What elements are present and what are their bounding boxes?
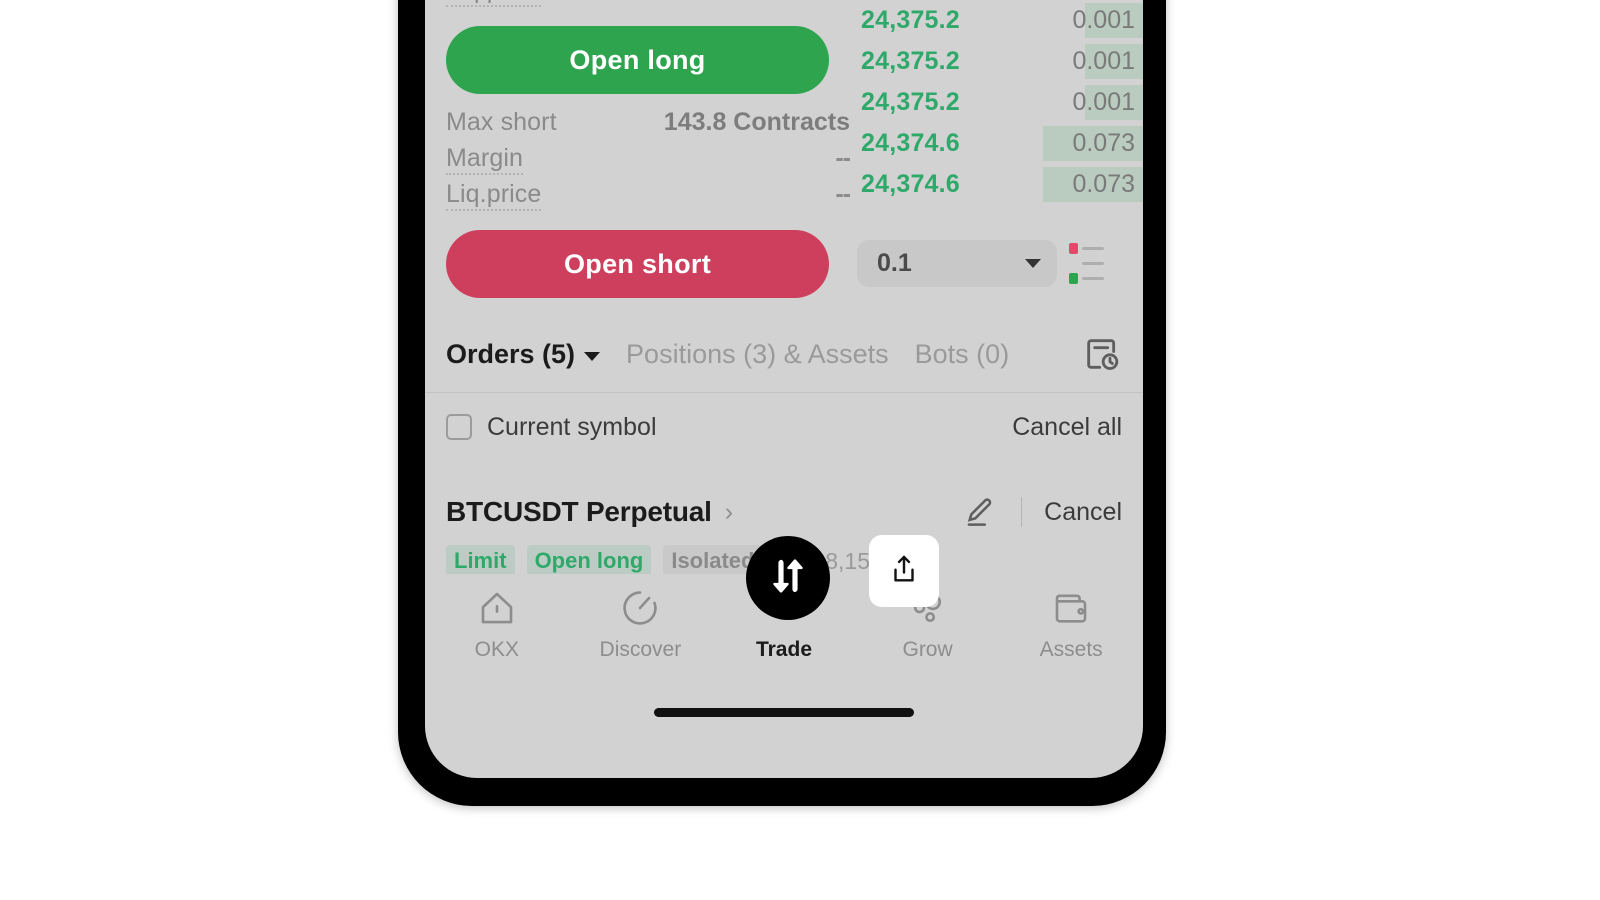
margin-value-short: -- [835,144,851,172]
nav-item-okx[interactable]: OKX [425,586,569,662]
liq-price-value-short: -- [835,180,851,208]
max-short-label: Max short [446,108,557,136]
order-badge: Open long [526,545,652,577]
order-book-quantity: 0.001 [1072,6,1135,34]
share-icon [887,552,921,591]
home-icon [475,586,519,630]
margin-label-short: Margin [446,145,524,176]
trade-panel: Margin -- Liq.price -- Open long Max sho… [425,0,1143,318]
chevron-down-icon [1025,259,1041,268]
nav-item-assets[interactable]: Assets [999,586,1143,662]
compass-icon [618,586,662,630]
section-divider [425,392,1143,393]
home-indicator [654,708,914,717]
order-book-price: 24,375.2 [861,6,960,34]
order-symbol[interactable]: BTCUSDT Perpetual [446,496,712,528]
current-symbol-label: Current symbol [487,412,657,441]
tick-size-select[interactable]: 0.1 [857,240,1057,287]
trade-fab-button[interactable] [746,536,830,620]
tab-bots-0[interactable]: Bots (0) [915,339,1010,370]
wallet-icon [1049,586,1093,630]
order-header: BTCUSDT Perpetual › Cancel [446,485,1122,539]
liq-price-label-short: Liq.price [446,181,542,212]
nav-label-assets: Assets [1039,638,1103,661]
tick-size-value: 0.1 [877,249,912,277]
liq-price-value-long: -- [835,0,851,5]
edit-pencil-icon[interactable] [961,493,999,531]
tab-orders-5[interactable]: Orders (5) [446,338,601,370]
chevron-right-icon[interactable]: › [725,498,733,527]
order-book-price: 24,374.6 [861,129,960,157]
order-book-row[interactable]: 24,375.2 0.001 [857,82,1143,123]
orderbook-layout-icon[interactable] [1069,243,1115,284]
order-book-price: 24,375.2 [861,88,960,116]
orders-filter-row: Current symbol Cancel all [446,395,1122,459]
order-book-price: 24,374.6 [861,170,960,198]
order-actions: Cancel [961,493,1122,531]
liq-price-row-long: Liq.price -- [446,0,851,12]
nav-label-okx: OKX [474,638,519,661]
liq-price-label-long: Liq.price [446,0,542,8]
order-book-row[interactable]: 24,374.6 0.073 [857,164,1143,205]
tab-label: Positions (3) & Assets [626,338,889,369]
tab-label: Bots (0) [914,338,1010,369]
max-short-value: 143.8 Contracts [663,108,850,136]
checkbox-box-icon [446,414,472,440]
margin-row-short: Margin -- [446,144,851,180]
order-book-list[interactable]: 24,375.90.31824,375.80.18324,375.20.0012… [857,0,1143,205]
current-symbol-checkbox[interactable]: Current symbol [446,413,657,442]
order-book-row[interactable]: 24,375.2 0.001 [857,0,1143,41]
order-book-quantity: 0.001 [1072,47,1135,75]
order-history-icon[interactable] [1082,334,1122,374]
order-badge: Limit [446,545,515,577]
nav-label-discover: Discover [599,638,682,661]
action-divider [1021,497,1023,527]
bottom-navigation: OKX Discover Trade Grow Assets [425,536,1143,690]
order-cancel-button[interactable]: Cancel [1044,498,1122,527]
chevron-down-icon [584,351,601,361]
nav-item-discover[interactable]: Discover [569,586,713,662]
tab-positions-3-assets[interactable]: Positions (3) & Assets [626,339,889,370]
order-book-quantity: 0.073 [1072,129,1135,157]
order-book-row[interactable]: 24,374.6 0.073 [857,123,1143,164]
order-book-row[interactable]: 24,375.2 0.001 [857,41,1143,82]
nav-label-trade: Trade [755,638,812,661]
tab-label: Orders (5) [446,338,576,369]
liq-price-row-short: Liq.price -- [446,180,851,216]
order-book-price: 24,375.2 [861,47,960,75]
phone-screen: Margin -- Liq.price -- Open long Max sho… [425,0,1143,778]
swap-arrows-icon [765,553,811,604]
share-button-highlight[interactable] [869,535,939,607]
screenshot-stage: Margin -- Liq.price -- Open long Max sho… [0,0,1600,900]
orders-tabs[interactable]: Orders (5) Positions (3) & Assets Bots (0) [425,318,1143,390]
order-book-quantity: 0.001 [1072,88,1135,116]
open-long-button[interactable]: Open long [446,26,829,94]
order-form-column: Margin -- Liq.price -- Open long Max sho… [446,0,851,298]
nav-label-grow: Grow [902,638,953,661]
order-book-controls: 0.1 [857,240,1143,287]
order-book-quantity: 0.073 [1072,170,1135,198]
open-short-button[interactable]: Open short [446,230,829,298]
cancel-all-button[interactable]: Cancel all [1012,413,1122,442]
max-short-row: Max short 143.8 Contracts [446,108,850,144]
